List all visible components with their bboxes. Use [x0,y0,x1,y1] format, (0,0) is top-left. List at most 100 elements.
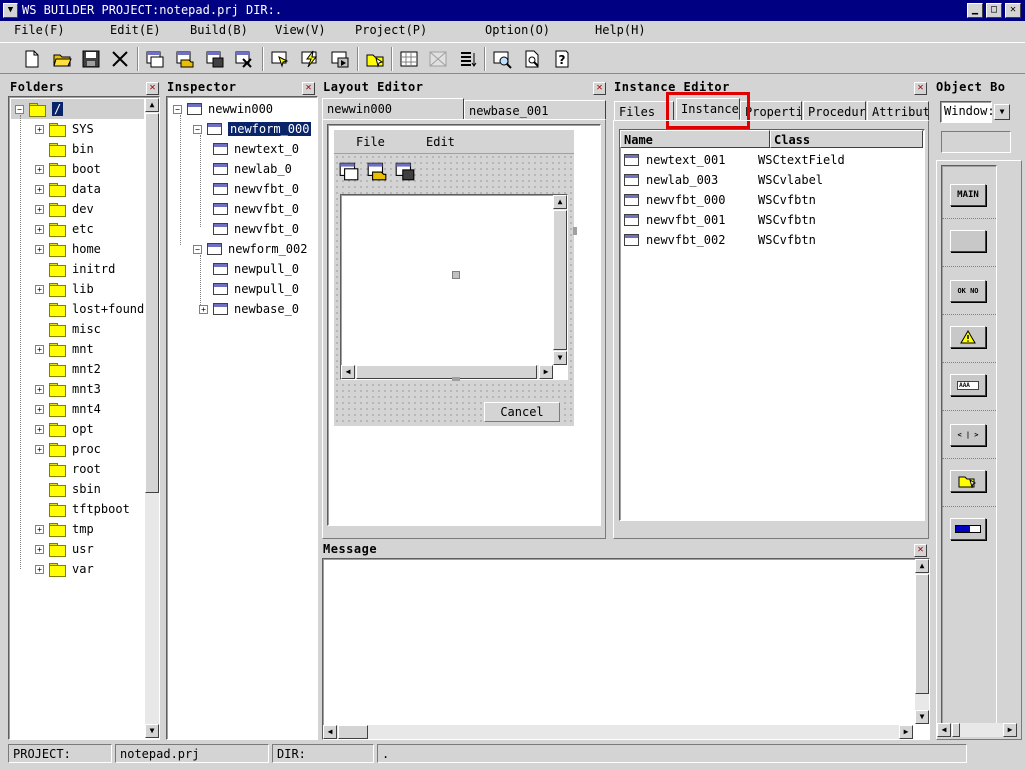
tab-newwin000[interactable]: newwin000 [322,98,464,120]
folder-item[interactable]: + dev [35,199,94,219]
inspector-item[interactable]: newtext_0 [213,139,299,159]
inspector-close-icon[interactable]: ✕ [302,82,315,95]
save-window-icon[interactable] [394,160,416,182]
folder-select-icon[interactable] [363,47,387,71]
scroll-right-icon[interactable]: ▶ [899,725,913,739]
inspector-form-000[interactable]: − newform_000 [193,119,312,139]
folder-item[interactable]: lost+found [35,299,144,319]
folder-item[interactable]: sbin [35,479,101,499]
expand-icon[interactable]: + [35,204,44,214]
expand-icon[interactable]: + [35,284,44,294]
inspector-item[interactable]: newpull_0 [213,279,299,299]
scroll-up-icon[interactable]: ▲ [145,98,159,112]
open-folder-icon[interactable] [50,47,74,71]
run-icon[interactable] [328,47,352,71]
inspector-item[interactable]: + newbase_0 [199,299,299,319]
folder-item[interactable]: + data [35,179,101,199]
palette-ok-no-button[interactable]: OK NO [950,280,986,302]
warning-icon[interactable] [950,326,986,348]
build-icon[interactable] [298,47,322,71]
folder-item[interactable]: + proc [35,439,101,459]
tab-attributes[interactable]: Attribut [867,101,929,121]
table-row[interactable]: newlab_003 WSCvlabel [622,170,922,190]
new-window-icon[interactable] [143,47,167,71]
folder-item[interactable]: + etc [35,219,94,239]
collapse-icon[interactable]: − [193,124,202,134]
inspector-root[interactable]: − newwin000 [173,99,273,119]
scroll-right-icon[interactable]: ▶ [1003,723,1017,737]
expand-icon[interactable]: + [35,524,44,534]
inspector-item[interactable]: newvfbt_0 [213,199,299,219]
close-icon[interactable]: ✕ [1005,3,1021,18]
inspector-item[interactable]: newlab_0 [213,159,292,179]
inspector-item[interactable]: newvfbt_0 [213,219,299,239]
expand-icon[interactable]: + [35,124,44,134]
expand-icon[interactable]: + [35,224,44,234]
new-window-icon[interactable] [338,160,360,182]
layout-close-icon[interactable]: ✕ [593,82,606,95]
objectbox-hscroll[interactable]: ◀ ▶ [937,723,1017,737]
dropdown-icon[interactable]: ▼ [994,104,1010,120]
inspector-item[interactable]: newvfbt_0 [213,179,299,199]
folder-item[interactable]: misc [35,319,101,339]
scroll-right-icon[interactable]: ▶ [539,365,553,379]
palette-button[interactable] [950,230,986,252]
scroll-down-icon[interactable]: ▼ [553,351,567,365]
tab-instance[interactable]: Instance [676,98,740,120]
expand-icon[interactable]: + [35,184,44,194]
folder-item[interactable]: + var [35,559,94,579]
folder-item[interactable]: + boot [35,159,101,179]
expand-icon[interactable]: + [35,244,44,254]
folder-item[interactable]: + SYS [35,119,94,139]
table-row[interactable]: newtext_001 WSCtextField [622,150,922,170]
palette-textfield[interactable]: AAA [950,374,986,396]
folders-close-icon[interactable]: ✕ [146,82,159,95]
new-file-icon[interactable] [20,47,44,71]
cut-icon[interactable] [108,47,132,71]
maximize-icon[interactable]: □ [986,3,1002,18]
save-window-icon[interactable] [203,47,227,71]
folder-item[interactable]: + home [35,239,101,259]
objectbox-select[interactable]: Window: ▼ [940,101,1010,123]
menu-option[interactable]: Option(O) [485,23,550,37]
expand-icon[interactable]: + [35,424,44,434]
expand-icon[interactable]: + [199,304,208,314]
column-class[interactable]: Class [770,130,923,148]
tab-properties[interactable]: Properti [740,101,802,121]
tree-root[interactable]: − / [15,99,64,119]
progress-bar-icon[interactable] [950,518,986,540]
tab-procedures[interactable]: Procedur [803,101,866,121]
menu-project[interactable]: Project(P) [355,23,427,37]
folder-item[interactable]: + mnt4 [35,399,101,419]
folder-item[interactable]: root [35,459,101,479]
minimize-icon[interactable]: ▁ [967,3,983,18]
grid-icon[interactable] [397,47,421,71]
scroll-up-icon[interactable]: ▲ [553,195,567,209]
scroll-down-icon[interactable]: ▼ [145,724,159,738]
open-window-icon[interactable] [366,160,388,182]
collapse-icon[interactable]: − [173,104,182,114]
folder-item[interactable]: bin [35,139,94,159]
folder-item[interactable]: tftpboot [35,499,130,519]
scroll-down-icon[interactable]: ▼ [915,710,929,724]
folder-item[interactable]: initrd [35,259,115,279]
delete-window-icon[interactable] [232,47,256,71]
inspector-item[interactable]: newpull_0 [213,259,299,279]
window-menu-icon[interactable]: ▼ [3,3,18,18]
open-window-icon[interactable] [173,47,197,71]
collapse-icon[interactable]: − [193,244,202,254]
menu-edit[interactable]: Edit(E) [110,23,161,37]
help-icon[interactable]: ? [550,47,574,71]
folder-item[interactable]: + mnt3 [35,379,101,399]
folder-item[interactable]: + tmp [35,519,94,539]
table-row[interactable]: newvfbt_000 WSCvfbtn [622,190,922,210]
save-icon[interactable] [79,47,103,71]
folders-vscroll[interactable]: ▲ ▼ [145,98,159,738]
scroll-left-icon[interactable]: ◀ [323,725,337,739]
folder-item[interactable]: + mnt [35,339,94,359]
expand-icon[interactable]: + [35,164,44,174]
menu-file[interactable]: File(F) [14,23,65,37]
preview-icon[interactable] [520,47,544,71]
disabled-grid-icon[interactable] [426,47,450,71]
expand-icon[interactable]: + [35,444,44,454]
